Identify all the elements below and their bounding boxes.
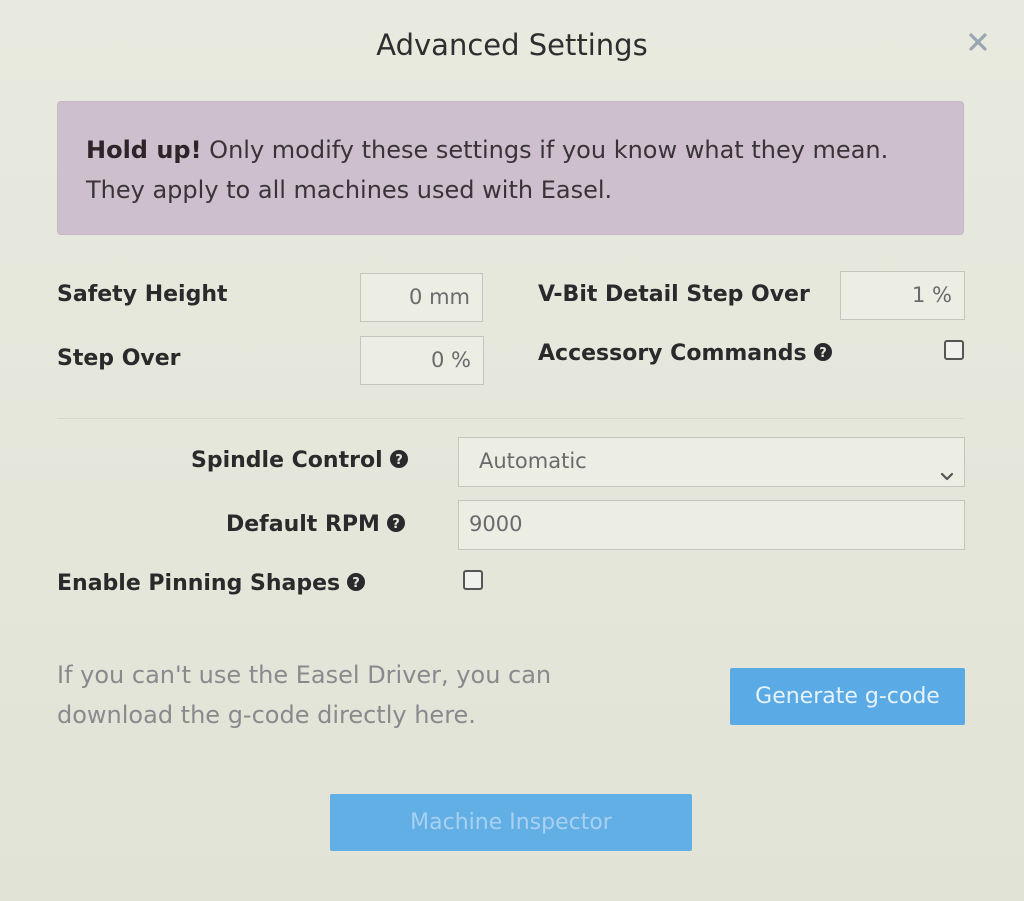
question-circle-icon[interactable]: ?	[386, 513, 406, 539]
spindle-control-text: Spindle Control	[191, 448, 383, 473]
step-over-input[interactable]: 0 %	[360, 336, 484, 385]
machine-inspector-button[interactable]: Machine Inspector	[330, 794, 692, 851]
svg-text:?: ?	[819, 346, 827, 361]
warning-alert: Hold up! Only modify these settings if y…	[57, 101, 964, 235]
default-rpm-text: Default RPM	[226, 512, 380, 537]
safety-height-input[interactable]: 0 mm	[360, 273, 483, 322]
spindle-control-select[interactable]: Automatic	[458, 437, 965, 487]
svg-text:?: ?	[395, 453, 403, 468]
enable-pinning-checkbox[interactable]	[463, 570, 483, 590]
question-circle-icon[interactable]: ?	[346, 572, 366, 598]
advanced-settings-dialog: Advanced Settings Hold up! Only modify t…	[0, 0, 1024, 901]
accessory-commands-label: Accessory Commands?	[538, 341, 833, 368]
gcode-note: If you can't use the Easel Driver, you c…	[57, 661, 552, 729]
default-rpm-input[interactable]: 9000	[458, 500, 965, 550]
spindle-control-label: Spindle Control?	[191, 448, 409, 475]
vbit-step-over-input[interactable]: 1 %	[840, 271, 965, 320]
safety-height-label: Safety Height	[57, 282, 228, 307]
chevron-down-icon	[940, 454, 954, 500]
enable-pinning-label: Enable Pinning Shapes?	[57, 571, 366, 598]
dialog-title: Advanced Settings	[376, 28, 648, 62]
step-over-label: Step Over	[57, 346, 181, 371]
accessory-commands-checkbox[interactable]	[944, 340, 964, 360]
svg-text:?: ?	[352, 576, 360, 591]
section-divider	[57, 418, 964, 419]
accessory-commands-text: Accessory Commands	[538, 341, 807, 366]
vbit-step-over-label: V-Bit Detail Step Over	[538, 282, 810, 307]
spindle-control-value: Automatic	[479, 449, 587, 473]
question-circle-icon[interactable]: ?	[813, 342, 833, 368]
warning-text: Only modify these settings if you know w…	[86, 136, 889, 204]
question-circle-icon[interactable]: ?	[389, 449, 409, 475]
default-rpm-label: Default RPM?	[226, 512, 406, 539]
svg-text:?: ?	[392, 517, 400, 532]
enable-pinning-text: Enable Pinning Shapes	[57, 571, 341, 596]
close-icon[interactable]	[966, 30, 990, 54]
generate-gcode-button[interactable]: Generate g-code	[730, 668, 965, 725]
warning-strong: Hold up!	[86, 136, 202, 164]
